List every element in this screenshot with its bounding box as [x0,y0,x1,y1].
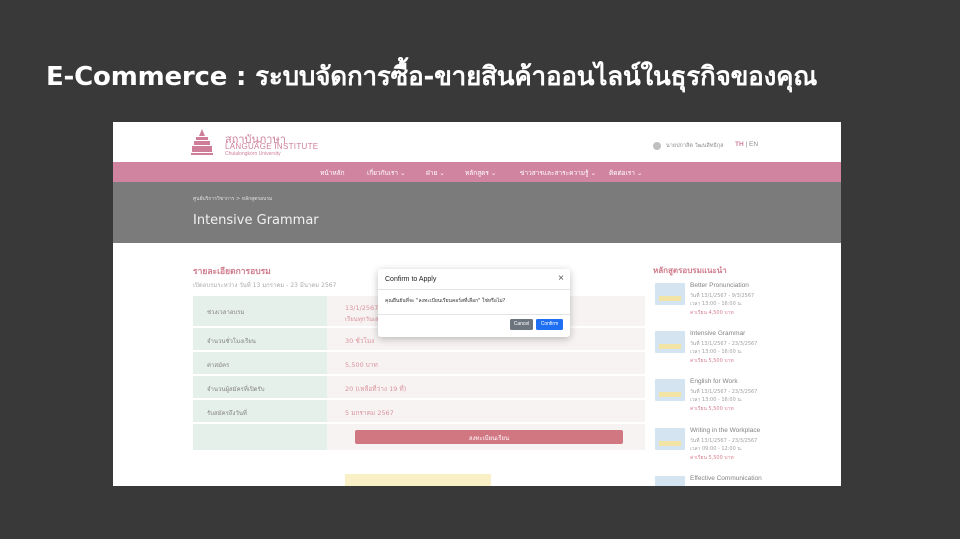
close-icon[interactable]: × [558,273,564,284]
website-screenshot: สถาบันภาษา LANGUAGE INSTITUTE Chulalongk… [113,122,841,486]
divider [378,314,570,315]
cancel-button[interactable]: Cancel [510,319,533,330]
dialog-title: Confirm to Apply [385,276,437,283]
divider [378,289,570,290]
slide-title: E-Commerce : ระบบจัดการซื้อ-ขายสินค้าออน… [46,62,818,92]
confirm-apply-dialog: Confirm to Apply × คุณยืนยันที่จะ "ลงทะเ… [378,269,570,337]
dialog-message: คุณยืนยันที่จะ "ลงทะเบียนเรียนคอร์สที่เล… [385,298,506,304]
confirm-button[interactable]: Confirm [536,319,563,330]
